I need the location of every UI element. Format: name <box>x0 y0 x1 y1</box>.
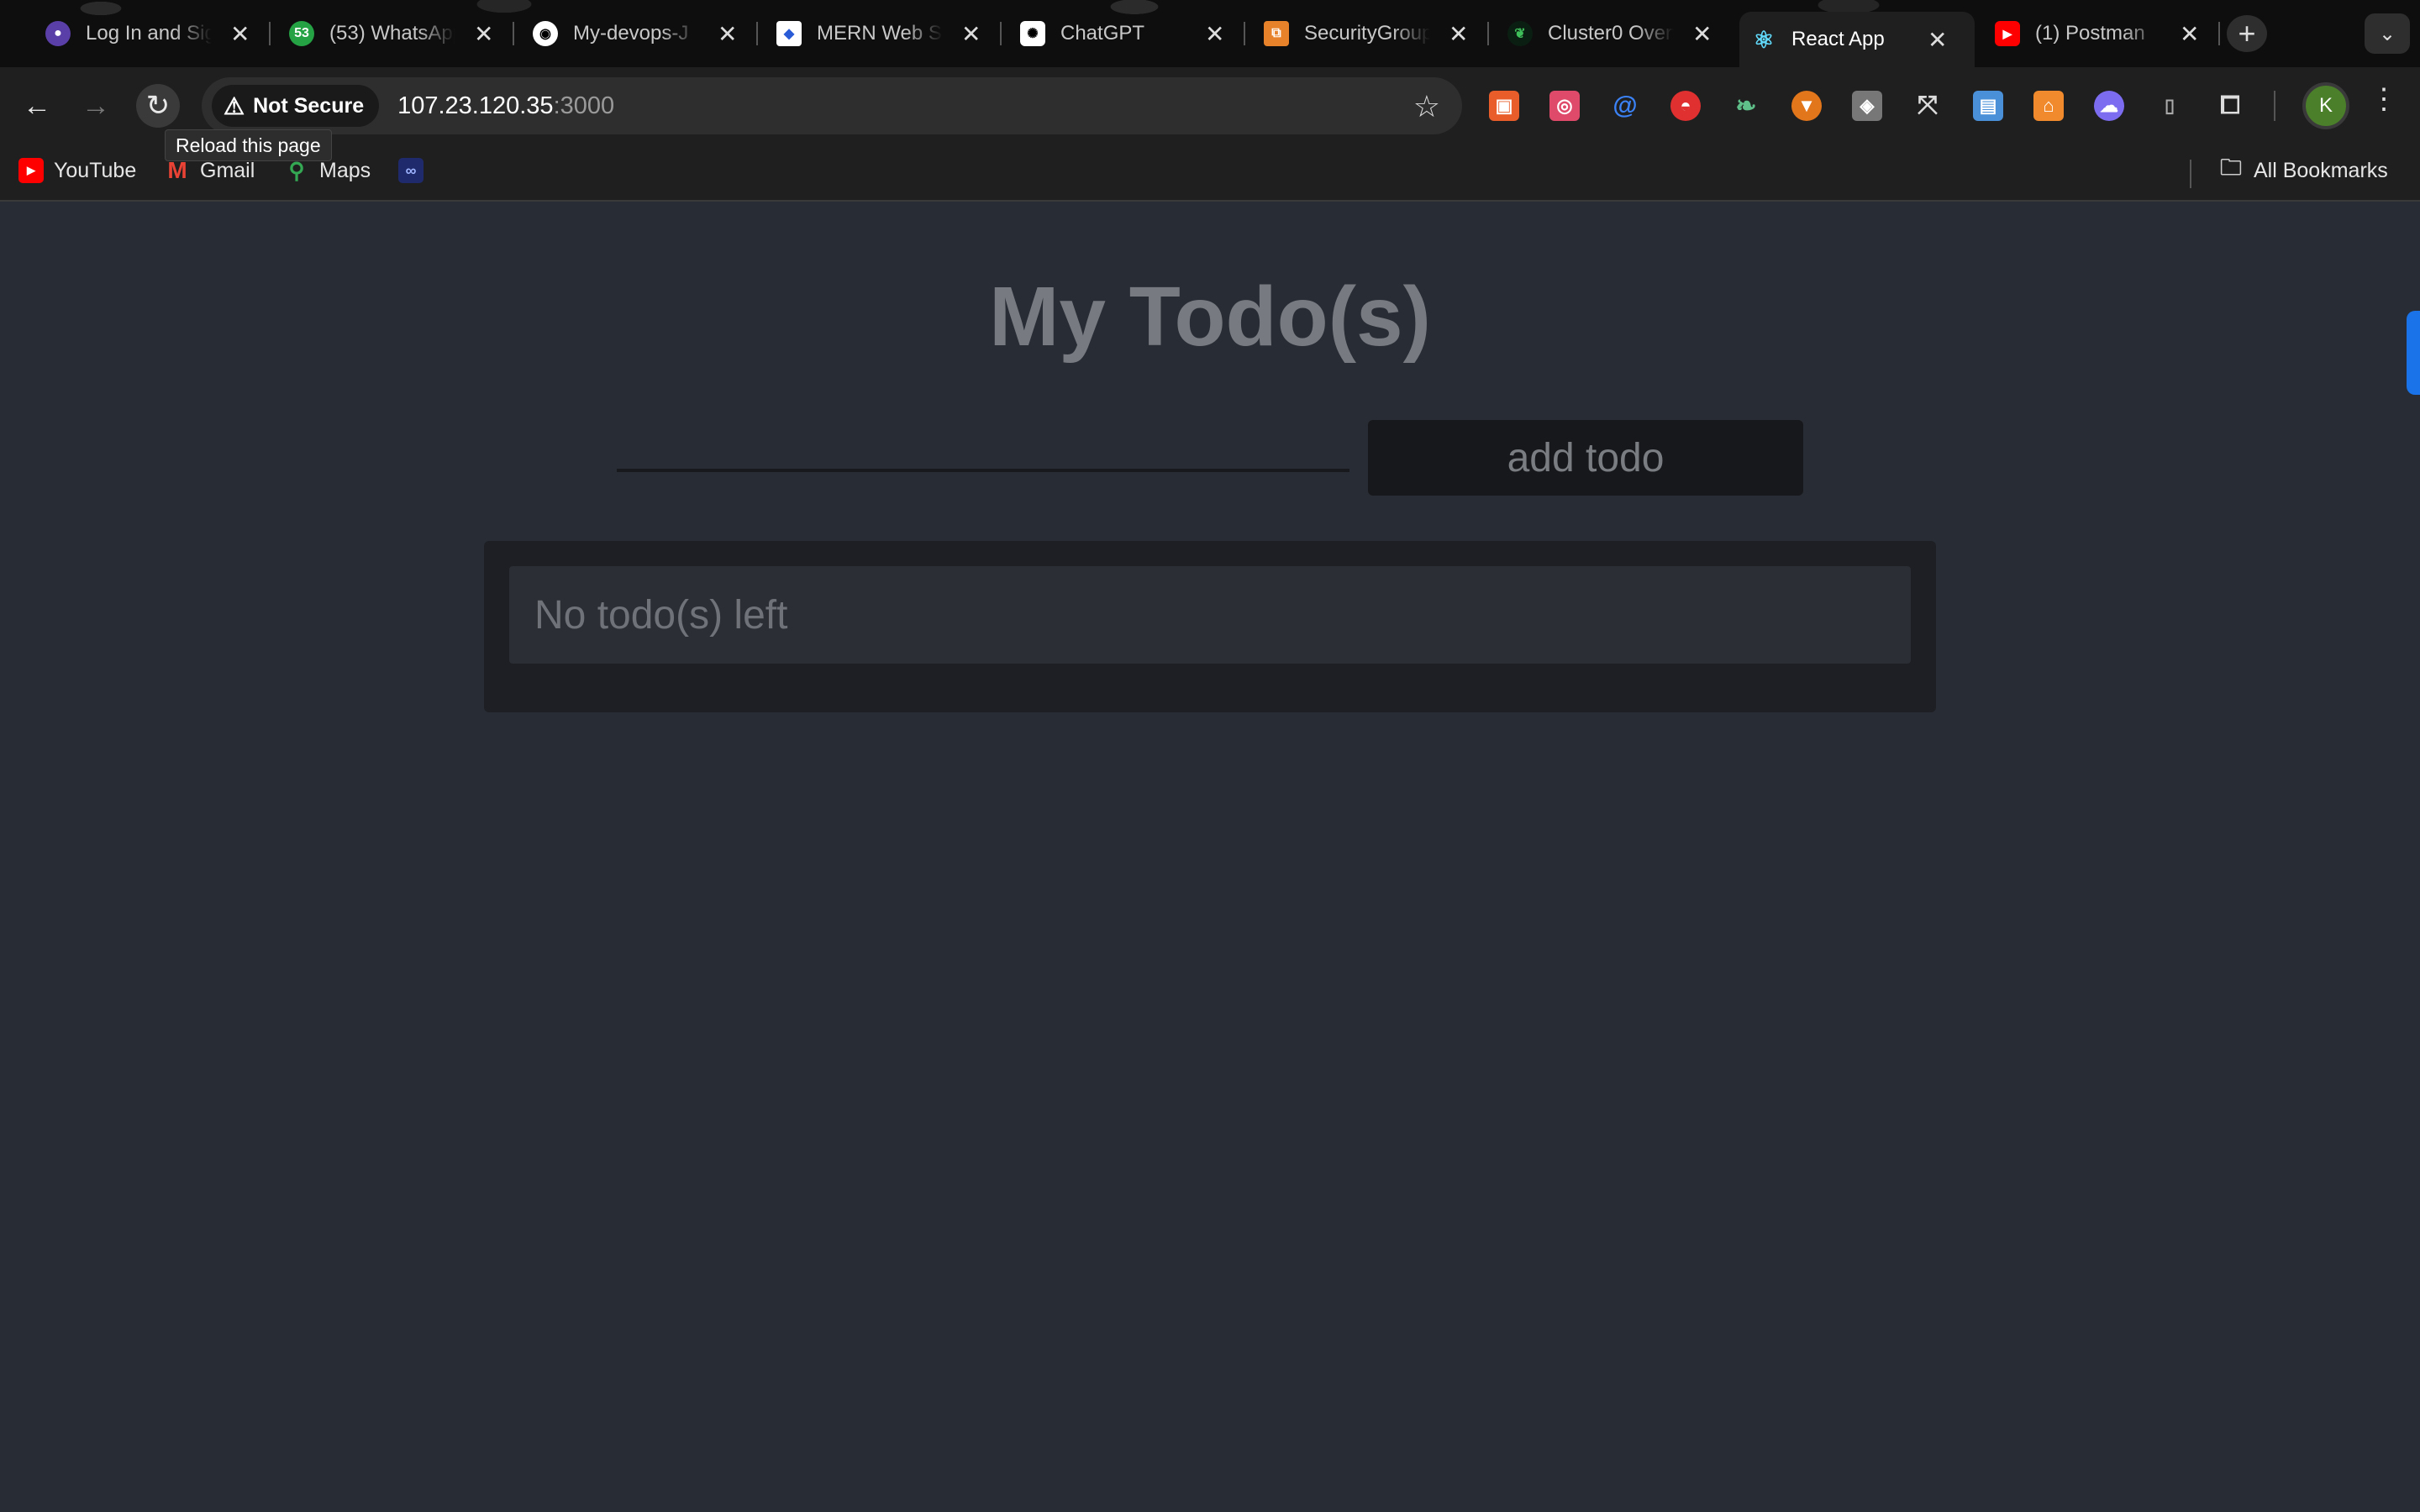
bookmark-maps[interactable]: ⚲ Maps <box>284 158 371 183</box>
tab-postman[interactable]: ▶ (1) Postman ✕ <box>1983 12 2211 55</box>
browser-chrome: ● Log In and Sign Up ✕ 53 (53) WhatsApp … <box>0 0 2420 202</box>
tab-title: React App <box>1791 28 1885 50</box>
pokeball-icon[interactable]: ◓ <box>1670 91 1701 121</box>
tab-login[interactable]: ● Log In and Sign Up ✕ <box>34 12 261 55</box>
bookmark-star-icon[interactable]: ☆ <box>1413 89 1440 124</box>
todo-input[interactable] <box>617 422 1349 472</box>
tab-title: MERN Web Stack <box>817 22 943 45</box>
add-todo-button[interactable]: add todo <box>1368 420 1803 496</box>
close-tab-icon[interactable]: ✕ <box>1205 20 1224 48</box>
close-tab-icon[interactable]: ✕ <box>961 20 981 48</box>
tab-divider <box>269 22 271 45</box>
bookmark-gmail[interactable]: M Gmail <box>165 157 255 183</box>
tab-divider <box>1487 22 1489 45</box>
tab-whatsapp[interactable]: 53 (53) WhatsApp ✕ <box>277 12 505 55</box>
bookmark-label: Gmail <box>200 158 255 182</box>
reload-icon[interactable]: ↻ <box>136 84 180 128</box>
youtube-icon: ▶ <box>1995 21 2020 46</box>
reload-tooltip: Reload this page <box>165 129 332 161</box>
tab-title: SecurityGroups <box>1304 22 1430 45</box>
close-tab-icon[interactable]: ✕ <box>230 20 250 48</box>
extension-icon[interactable]: ❧ <box>1731 91 1761 121</box>
chatgpt-icon: ✺ <box>1020 21 1045 46</box>
url-host: 107.23.120.35 <box>397 92 554 119</box>
bookmark-link[interactable]: ∞ <box>398 158 434 183</box>
not-secure-label: Not Secure <box>253 93 365 118</box>
tab-title: My-devops-J <box>573 22 689 45</box>
tab-github[interactable]: ◉ My-devops-J ✕ <box>521 12 749 55</box>
extension-icon[interactable]: ◎ <box>1549 91 1580 121</box>
fullscreen-icon[interactable]: ⤧ <box>1912 91 1943 121</box>
tab-strip: ● Log In and Sign Up ✕ 53 (53) WhatsApp … <box>0 0 2420 67</box>
bookmark-youtube[interactable]: ▶ YouTube <box>18 158 136 183</box>
mern-icon: ◆ <box>776 21 802 46</box>
url-port: :3000 <box>553 92 615 119</box>
gmail-icon: M <box>167 157 187 183</box>
tab-divider <box>513 22 514 45</box>
extension-icon[interactable]: ▤ <box>1973 91 2003 121</box>
profile-avatar[interactable]: K <box>2302 82 2349 129</box>
bookmark-label: Maps <box>319 158 371 182</box>
tab-title: (53) WhatsApp <box>329 22 455 45</box>
more-options-icon[interactable]: ⋮ <box>2370 82 2398 116</box>
tab-search-chevron-icon[interactable]: ⌄ <box>2365 13 2410 54</box>
page-title: My Todo(s) <box>989 270 1431 364</box>
mouse-icon[interactable]: ▯ <box>2154 91 2185 121</box>
tab-title: Cluster0 Overview <box>1548 22 1674 45</box>
app-page: My Todo(s) add todo No todo(s) left <box>0 202 2420 1512</box>
close-tab-icon[interactable]: ✕ <box>1692 20 1712 48</box>
extension-icon[interactable]: ▣ <box>1489 91 1519 121</box>
tab-securitygroups[interactable]: ⧉ SecurityGroups ✕ <box>1252 12 1480 55</box>
all-bookmarks-label: All Bookmarks <box>2254 158 2388 182</box>
bookmark-label: YouTube <box>54 158 137 182</box>
url-text[interactable]: 107.23.120.35:3000 <box>397 92 614 120</box>
youtube-icon: ▶ <box>18 158 44 183</box>
extension-icon[interactable]: ⌂ <box>2033 91 2064 121</box>
react-icon: ⚛ <box>1753 26 1775 53</box>
back-arrow-icon[interactable]: ← <box>15 84 59 128</box>
mongodb-leaf-icon: ❦ <box>1507 21 1533 46</box>
tab-chatgpt[interactable]: ✺ ChatGPT ✕ <box>1008 12 1236 55</box>
aws-security-icon: ⧉ <box>1264 21 1289 46</box>
link-icon: ∞ <box>398 158 424 183</box>
purple-shield-icon: ● <box>45 21 71 46</box>
tab-divider <box>2218 22 2220 45</box>
whatsapp-icon: 53 <box>289 21 314 46</box>
close-tab-icon[interactable]: ✕ <box>474 20 493 48</box>
metamask-fox-icon[interactable]: ▼ <box>1791 91 1822 121</box>
tab-divider <box>1000 22 1002 45</box>
github-icon: ◉ <box>533 21 558 46</box>
tab-title: ChatGPT <box>1060 22 1145 45</box>
puzzle-extensions-icon[interactable]: ⧠ <box>2215 91 2245 121</box>
tab-title: Log In and Sign Up <box>86 22 212 45</box>
extension-icon[interactable]: ◈ <box>1852 91 1882 121</box>
tab-divider <box>756 22 758 45</box>
extension-at-icon[interactable]: @ <box>1610 91 1640 121</box>
close-tab-icon[interactable]: ✕ <box>1449 20 1468 48</box>
new-tab-button[interactable]: + <box>2227 15 2267 52</box>
all-bookmarks-button[interactable]: 🗀 All Bookmarks <box>2218 155 2388 183</box>
address-bar[interactable]: ⚠ Not Secure 107.23.120.35:3000 ☆ <box>202 77 1462 134</box>
browser-toolbar: ← → ↻ ⚠ Not Secure 107.23.120.35:3000 ☆ … <box>0 67 2420 144</box>
tab-react-app[interactable]: ⚛ React App ✕ <box>1739 12 1975 67</box>
forward-arrow-icon[interactable]: → <box>74 84 118 128</box>
side-panel-tab[interactable] <box>2407 311 2420 395</box>
tab-title: (1) Postman <box>2035 22 2145 45</box>
close-tab-icon[interactable]: ✕ <box>718 20 737 48</box>
maps-pin-icon: ⚲ <box>288 157 305 183</box>
security-indicator[interactable]: ⚠ Not Secure <box>212 85 380 127</box>
folder-icon: 🗀 <box>2219 155 2242 180</box>
warning-triangle-icon: ⚠ <box>224 92 245 119</box>
close-tab-icon[interactable]: ✕ <box>1928 26 1947 54</box>
empty-state-message: No todo(s) left <box>509 566 1911 664</box>
toolbar-divider <box>2274 91 2275 121</box>
tab-cluster0[interactable]: ❦ Cluster0 Overview ✕ <box>1496 12 1723 55</box>
extension-icon[interactable]: ☁ <box>2094 91 2124 121</box>
todo-list: No todo(s) left <box>484 541 1936 712</box>
tab-divider <box>1244 22 1245 45</box>
tab-mern[interactable]: ◆ MERN Web Stack ✕ <box>765 12 992 55</box>
bookmarks-bar: ▶ YouTube M Gmail ⚲ Maps ∞ 🗀 All Bookmar… <box>0 144 2420 202</box>
bookmarks-divider <box>2190 160 2191 188</box>
close-tab-icon[interactable]: ✕ <box>2180 20 2199 48</box>
